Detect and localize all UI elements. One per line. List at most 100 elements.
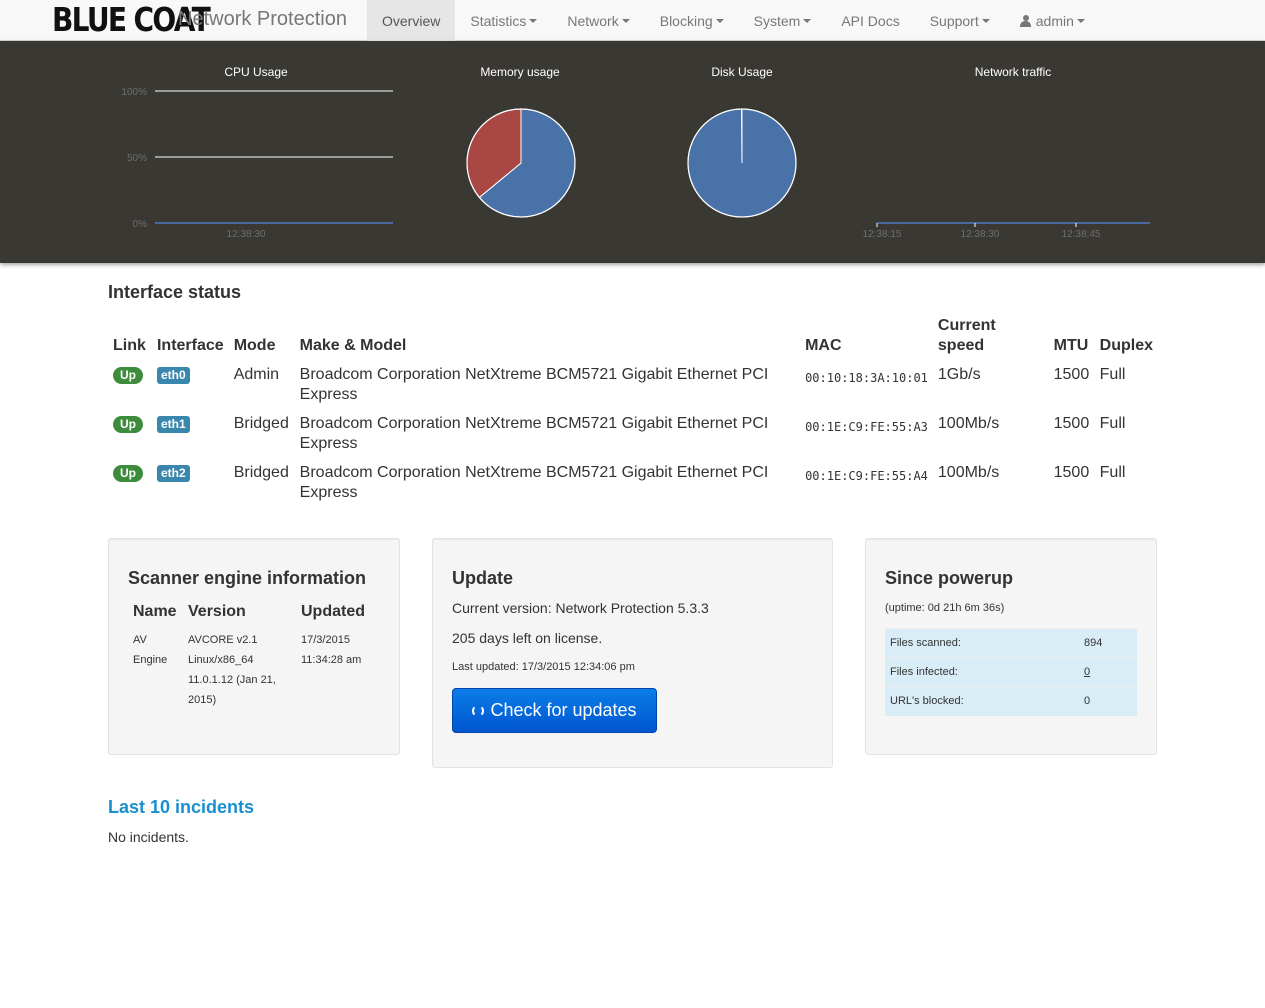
table-row: AV Engine AVCORE v2.1 Linux/x86_64 11.0.…: [128, 626, 399, 714]
link-status-badge: Up: [113, 367, 143, 384]
nav-system-label: System: [753, 12, 801, 29]
mtu-cell: 1500: [1053, 366, 1090, 383]
dashboard-charts: CPU Usage Memory usage Disk Usage Networ…: [0, 41, 1265, 263]
since-powerup-panel: Since powerup (uptime: 0d 21h 6m 36s) Fi…: [865, 538, 1157, 755]
last-updated-text: Last updated: 17/3/2015 12:34:06 pm: [452, 661, 635, 673]
cpu-x-tick-label: 12:38:30: [227, 229, 266, 240]
nav-api-docs[interactable]: API Docs: [826, 0, 914, 41]
nav-api-docs-label: API Docs: [841, 12, 900, 29]
mtu-cell: 1500: [1053, 415, 1090, 432]
interface-badge: eth2: [156, 465, 190, 482]
engine-name: AV Engine: [133, 634, 168, 666]
caret-down-icon: [1076, 18, 1085, 23]
refresh-icon: [472, 704, 485, 717]
col-link: Link: [113, 337, 146, 354]
nav-blocking[interactable]: Blocking: [645, 0, 739, 41]
col-model: Make & Model: [299, 337, 407, 354]
files-infected-label: Files infected:: [885, 657, 1079, 687]
top-navbar: BLUE COAT Network Protection Overview St…: [0, 0, 1265, 41]
cpu-y-tick-label: 50%: [127, 153, 147, 164]
model-cell: Broadcom Corporation NetXtreme BCM5721 G…: [299, 415, 769, 452]
uptime-text: (uptime: 0d 21h 6m 36s): [885, 602, 1005, 614]
col-name: Name: [133, 603, 177, 620]
since-powerup-title: Since powerup: [885, 568, 1014, 588]
speed-cell: 1Gb/s: [937, 366, 981, 383]
interface-status-title: Interface status: [108, 282, 242, 302]
table-row: Files scanned: 894: [885, 628, 1137, 658]
urls-blocked-label: URL's blocked:: [885, 686, 1079, 716]
update-panel: Update Current version: Network Protecti…: [432, 538, 833, 768]
link-status-badge: Up: [113, 416, 143, 433]
last-incidents-link[interactable]: Last 10 incidents: [108, 797, 254, 818]
duplex-cell: Full: [1099, 415, 1126, 432]
nav-overview-label: Overview: [382, 12, 441, 29]
link-status-badge: Up: [113, 465, 143, 482]
table-row: URL's blocked: 0: [885, 686, 1137, 716]
nav-overview[interactable]: Overview: [367, 0, 456, 41]
user-icon: [1019, 14, 1031, 27]
mac-cell: 00:10:18:3A:10:01: [805, 371, 928, 385]
interface-badge: eth1: [156, 416, 190, 433]
speed-cell: 100Mb/s: [937, 415, 1000, 432]
nav-system[interactable]: System: [739, 0, 827, 41]
nav-blocking-label: Blocking: [659, 12, 713, 29]
network-x-tick-label: 12:38:30: [961, 229, 1000, 240]
nav-network-label: Network: [567, 12, 619, 29]
engine-updated: 17/3/2015 11:34:28 am: [301, 634, 362, 666]
model-cell: Broadcom Corporation NetXtreme BCM5721 G…: [299, 366, 769, 403]
table-row: Up eth0 Admin Broadcom Corporation NetXt…: [108, 361, 1158, 410]
scanner-engine-panel: Scanner engine information Name Version …: [108, 538, 400, 755]
col-updated: Updated: [301, 603, 365, 620]
update-title: Update: [452, 568, 514, 588]
caret-down-icon: [981, 18, 990, 23]
table-row: Up eth1 Bridged Broadcom Corporation Net…: [108, 410, 1158, 459]
brand-product-name[interactable]: Network Protection: [178, 8, 347, 31]
nav-statistics[interactable]: Statistics: [455, 0, 552, 41]
engine-version: AVCORE v2.1 Linux/x86_64 11.0.1.12 (Jan …: [188, 634, 276, 706]
nav-support[interactable]: Support: [915, 0, 1005, 41]
nav-user-label: admin: [1035, 12, 1074, 29]
powerup-stats-table: Files scanned: 894 Files infected: 0 URL…: [885, 628, 1137, 716]
caret-down-icon: [621, 18, 630, 23]
cpu-y-tick-label: 100%: [121, 87, 147, 98]
files-infected-link[interactable]: 0: [1084, 666, 1090, 678]
col-speed: Current speed: [933, 313, 1049, 361]
nav-statistics-label: Statistics: [470, 12, 527, 29]
mtu-cell: 1500: [1053, 464, 1090, 481]
col-speed-line1: Current: [937, 317, 996, 334]
network-x-tick-label: 12:38:15: [863, 229, 902, 240]
interface-badge: eth0: [156, 367, 190, 384]
model-cell: Broadcom Corporation NetXtreme BCM5721 G…: [299, 464, 769, 501]
cpu-y-tick-label: 0%: [133, 219, 148, 230]
col-mac: MAC: [805, 337, 842, 354]
scanner-table-header: Name Version Updated: [128, 599, 399, 626]
nav-user-menu[interactable]: admin: [1005, 0, 1100, 41]
nav-network[interactable]: Network: [552, 0, 644, 41]
main-nav: Overview Statistics Network Blocking Sys…: [367, 0, 1100, 41]
mac-cell: 00:1E:C9:FE:55:A4: [805, 469, 928, 483]
table-row: Files infected: 0: [885, 657, 1137, 687]
duplex-cell: Full: [1099, 464, 1126, 481]
col-interface: Interface: [156, 337, 224, 354]
caret-down-icon: [529, 18, 538, 23]
col-duplex: Duplex: [1099, 337, 1153, 354]
dashboard-charts-canvas: 100% 50% 0% 12:38:30 12:38:15 12:38:30 12:38:4…: [121, 87, 1150, 240]
current-version-text: Current version: Network Protection 5.3.…: [452, 600, 709, 616]
mode-cell: Admin: [233, 366, 280, 383]
col-mtu: MTU: [1053, 337, 1089, 354]
license-text: 205 days left on license.: [452, 630, 603, 646]
interface-table-header: Link Interface Mode Make & Model MAC Cur…: [108, 313, 1158, 361]
caret-down-icon: [803, 18, 812, 23]
col-version: Version: [188, 603, 246, 620]
check-for-updates-button[interactable]: Check for updates: [452, 688, 657, 733]
urls-blocked-value: 0: [1079, 686, 1137, 716]
caret-down-icon: [715, 18, 724, 23]
scanner-engine-title: Scanner engine information: [128, 568, 367, 588]
scanner-engine-table: Name Version Updated AV Engine AVCORE v2…: [128, 599, 399, 714]
no-incidents-text: No incidents.: [108, 829, 189, 845]
mode-cell: Bridged: [233, 464, 289, 481]
duplex-cell: Full: [1099, 366, 1126, 383]
network-x-tick-label: 12:38:45: [1062, 229, 1101, 240]
files-scanned-value: 894: [1079, 628, 1137, 658]
col-mode: Mode: [233, 337, 276, 354]
